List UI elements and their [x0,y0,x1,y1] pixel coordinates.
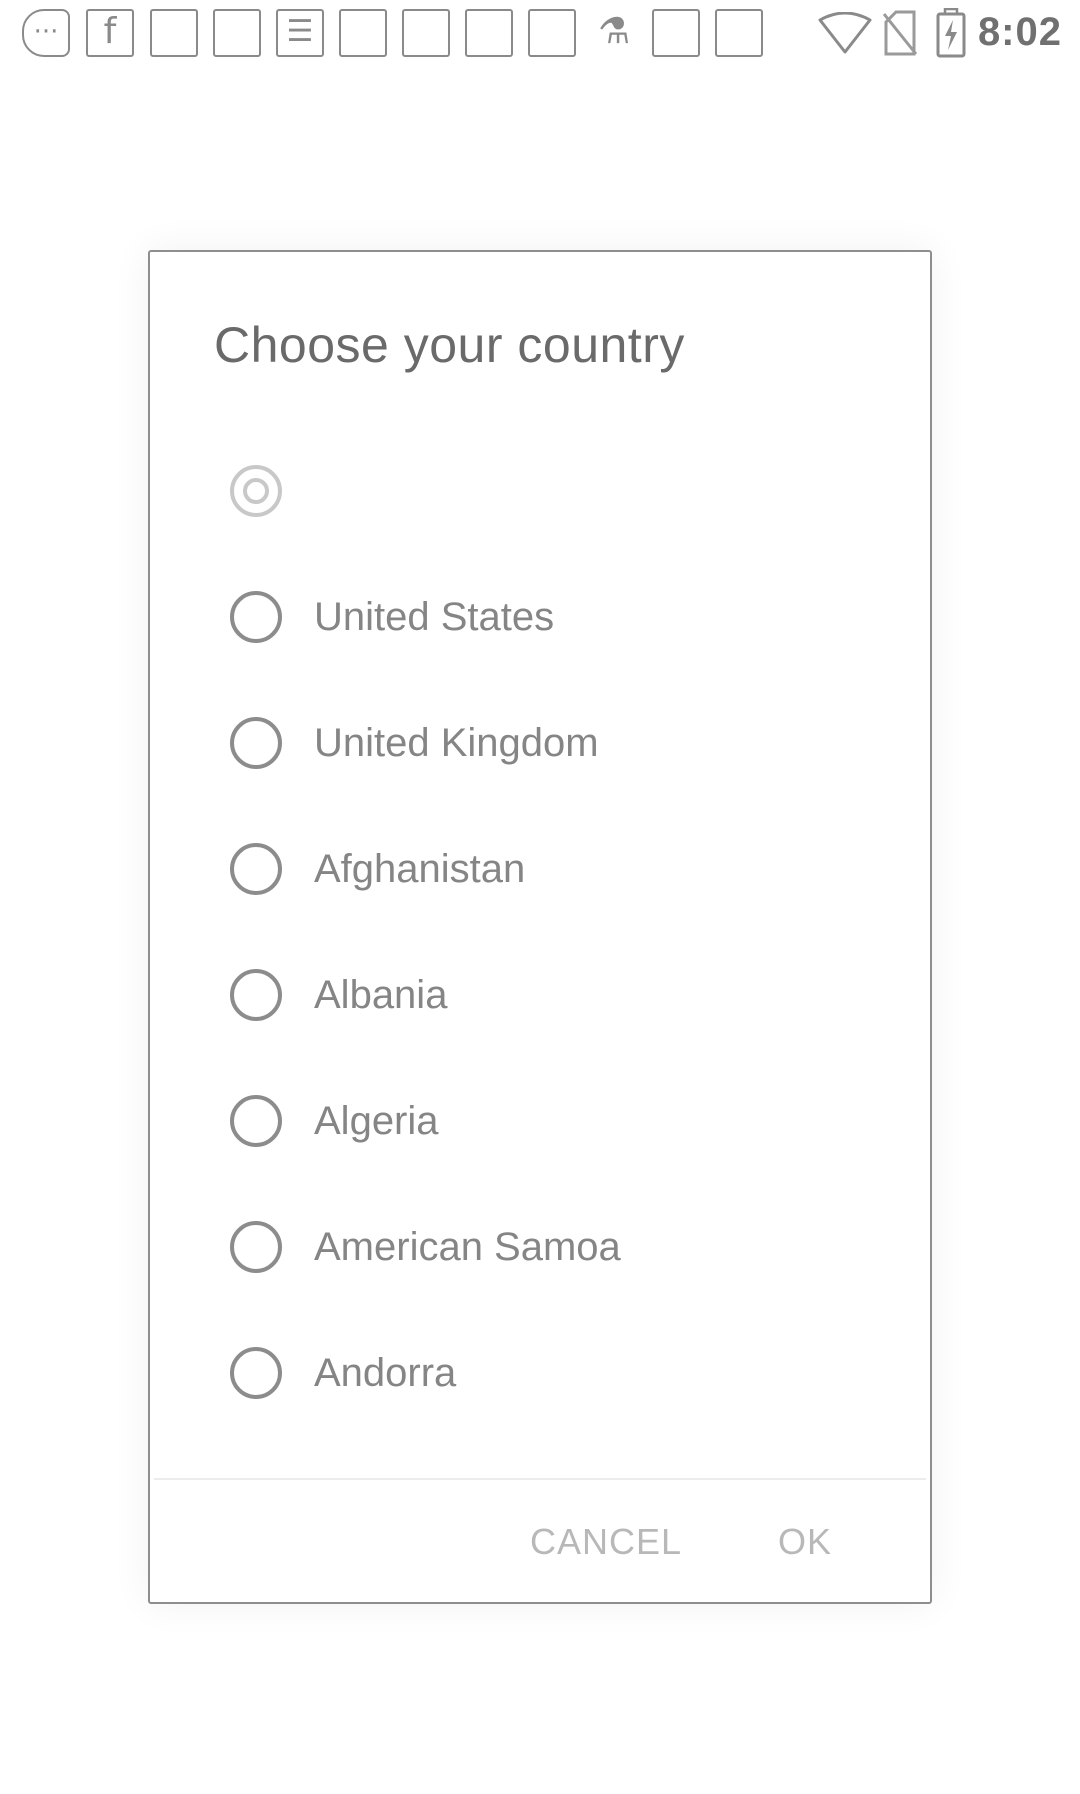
radio-button[interactable] [230,843,282,895]
radio-button[interactable] [230,717,282,769]
battery-charging-icon [936,8,966,58]
country-picker-dialog: Choose your country United States United… [148,250,932,1604]
radio-button[interactable] [230,1095,282,1147]
blank-notification-icon [150,9,198,57]
country-option-american-samoa[interactable]: American Samoa [150,1184,930,1310]
country-option-united-kingdom[interactable]: United Kingdom [150,680,930,806]
no-sim-icon [882,10,918,56]
radio-button[interactable] [230,1221,282,1273]
back-chat-glyph: ··· [33,17,59,47]
button-bar-divider [154,1478,926,1480]
blank-notification-icon [715,9,763,57]
microscope-icon: ⚗ [597,11,631,52]
country-option-united-states[interactable]: United States [150,554,930,680]
country-option-albania[interactable]: Albania [150,932,930,1058]
clock-time: 8:02 [977,10,1062,54]
radio-button-selected[interactable] [230,465,282,517]
wifi-icon [818,12,872,54]
country-option-label: Afghanistan [314,847,526,891]
country-options-list[interactable]: United States United Kingdom Afghanistan… [150,428,930,1476]
country-option-algeria[interactable]: Algeria [150,1058,930,1184]
radio-button[interactable] [230,591,282,643]
blank-notification-icon [528,9,576,57]
country-option-partially-visible[interactable] [150,1436,930,1476]
ok-button[interactable]: OK [778,1518,832,1566]
country-option-label: Andorra [314,1351,457,1395]
country-option-label: American Samoa [314,1225,621,1269]
cancel-button[interactable]: CANCEL [530,1518,682,1566]
blank-notification-icon [213,9,261,57]
country-option-selected-blank[interactable] [150,428,930,554]
status-bar: ··· f ☰ ⚗ 8:02 [0,0,1080,66]
country-option-andorra[interactable]: Andorra [150,1310,930,1436]
country-option-label: United States [314,595,555,639]
blank-notification-icon [465,9,513,57]
news-glyph: ☰ [286,14,314,49]
country-option-label: Algeria [314,1099,439,1143]
blank-notification-icon [339,9,387,57]
blank-notification-icon [402,9,450,57]
dialog-title: Choose your country [214,317,685,373]
blank-notification-icon [652,9,700,57]
radio-button[interactable] [230,969,282,1021]
facebook-glyph: f [103,11,117,52]
country-option-label: United Kingdom [314,721,599,765]
country-option-label: Albania [314,973,448,1017]
radio-button[interactable] [230,1347,282,1399]
country-option-afghanistan[interactable]: Afghanistan [150,806,930,932]
